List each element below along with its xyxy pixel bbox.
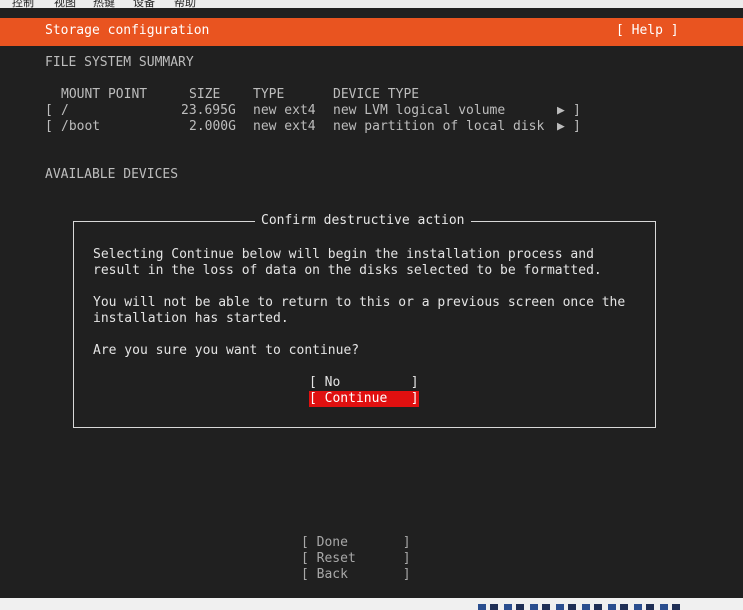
row-arrow-icon[interactable]: ▶	[557, 103, 565, 119]
row-device-type: new partition of local disk	[333, 119, 545, 134]
dialog-message-line: You will not be able to return to this o…	[93, 295, 626, 310]
row-arrow-icon[interactable]: ▶	[557, 119, 565, 135]
row-mount-point: /	[61, 103, 69, 118]
page-title: Storage configuration	[45, 23, 210, 38]
row-device-type: new LVM logical volume	[333, 103, 506, 118]
host-menubar: 控制 视图 热键 设备 帮助	[0, 0, 743, 8]
row-type: new ext4	[253, 103, 316, 118]
menu-item-hotkeys[interactable]: 热键	[93, 0, 115, 8]
back-button[interactable]: [ Back ]	[301, 567, 411, 583]
column-mount-point: MOUNT POINT	[61, 87, 148, 102]
column-device-type: DEVICE TYPE	[333, 87, 420, 102]
no-button[interactable]: [ No ]	[309, 375, 419, 391]
reset-button[interactable]: [ Reset ]	[301, 551, 411, 567]
row-bracket-open: [	[45, 119, 53, 134]
confirm-dialog: Confirm destructive action Selecting Con…	[73, 213, 656, 428]
menu-item-help[interactable]: 帮助	[174, 0, 196, 8]
done-button[interactable]: [ Done ]	[301, 535, 411, 551]
menu-item-control[interactable]: 控制	[12, 0, 34, 8]
dialog-message-line: Selecting Continue below will begin the …	[93, 247, 594, 262]
continue-button[interactable]: [ Continue ]	[309, 391, 419, 407]
header-bar: Storage configuration [ Help ]	[0, 18, 743, 46]
dialog-message-line: result in the loss of data on the disks …	[93, 263, 602, 278]
available-devices-heading: AVAILABLE DEVICES	[45, 167, 179, 182]
row-mount-point: /boot	[61, 119, 101, 134]
dialog-title: Confirm destructive action	[255, 213, 471, 229]
row-bracket-close: ]	[573, 119, 581, 134]
menu-item-devices[interactable]: 设备	[133, 0, 155, 8]
dialog-message-line: installation has started.	[93, 311, 289, 326]
column-type: TYPE	[253, 87, 285, 102]
column-size: SIZE	[189, 87, 221, 102]
help-button[interactable]: [ Help ]	[616, 23, 679, 38]
installer-screen: Storage configuration [ Help ] FILE SYST…	[0, 8, 743, 598]
status-icons	[478, 604, 683, 610]
row-size: 23.695G	[181, 103, 236, 118]
row-size: 2.000G	[189, 119, 236, 134]
menu-item-view[interactable]: 视图	[54, 0, 76, 8]
row-bracket-open: [	[45, 103, 53, 118]
row-bracket-close: ]	[573, 103, 581, 118]
file-system-summary-heading: FILE SYSTEM SUMMARY	[45, 55, 194, 70]
host-status-bar	[0, 598, 743, 610]
dialog-question: Are you sure you want to continue?	[93, 343, 360, 358]
row-type: new ext4	[253, 119, 316, 134]
